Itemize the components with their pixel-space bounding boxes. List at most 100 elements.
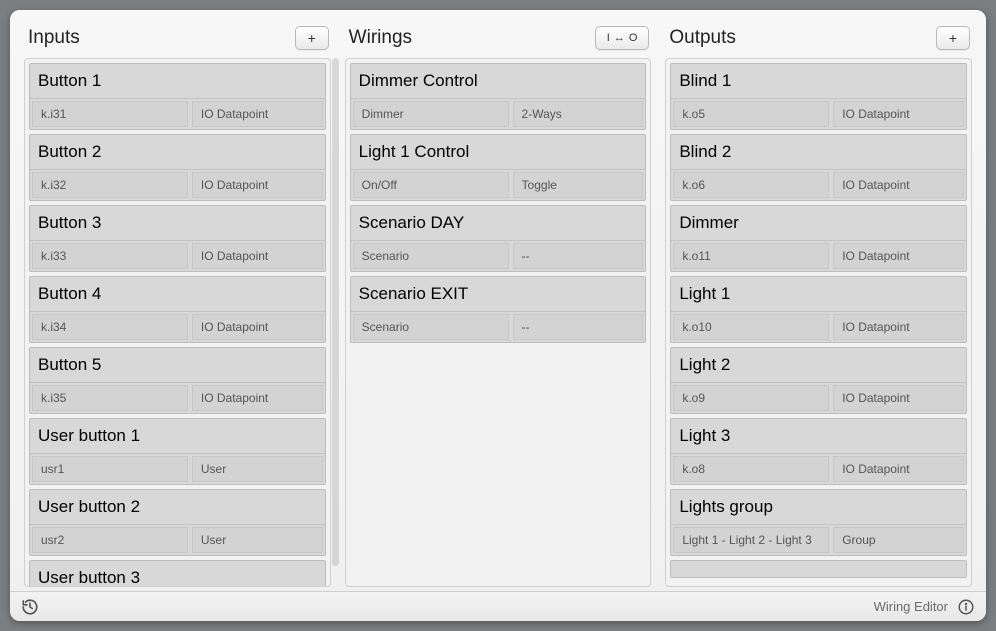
item-detail-row: Light 1 - Light 2 - Light 3Group — [671, 525, 966, 555]
wiring-editor-panel: Inputs + Button 1k.i31IO DatapointButton… — [10, 10, 986, 621]
inputs-scrollbar[interactable] — [332, 58, 339, 566]
item-title: Scenario DAY — [351, 206, 646, 241]
inputs-header: Inputs + — [24, 22, 331, 58]
item-id: k.i33 — [32, 243, 188, 269]
outputs-item[interactable]: Light 2k.o9IO Datapoint — [670, 347, 967, 414]
item-title: User button 3 — [30, 561, 325, 587]
inputs-item[interactable]: Button 4k.i34IO Datapoint — [29, 276, 326, 343]
item-type: IO Datapoint — [833, 101, 964, 127]
item-id: k.o9 — [673, 385, 829, 411]
item-title: Blind 1 — [671, 64, 966, 99]
history-icon[interactable] — [20, 597, 40, 617]
item-id: On/Off — [353, 172, 509, 198]
outputs-list[interactable]: Blind 1k.o5IO DatapointBlind 2k.o6IO Dat… — [665, 58, 972, 587]
inputs-column: Inputs + Button 1k.i31IO DatapointButton… — [24, 22, 331, 587]
item-title: Blind 2 — [671, 135, 966, 170]
link-io-button[interactable]: I ↔ O — [595, 26, 649, 50]
item-id: k.i35 — [32, 385, 188, 411]
inputs-item[interactable]: Button 5k.i35IO Datapoint — [29, 347, 326, 414]
item-type: -- — [513, 314, 644, 340]
item-id: k.o10 — [673, 314, 829, 340]
item-type: User — [192, 527, 323, 553]
item-title: Light 1 — [671, 277, 966, 312]
item-detail-row: Scenario-- — [351, 241, 646, 271]
item-detail-row: On/OffToggle — [351, 170, 646, 200]
item-title: Light 2 — [671, 348, 966, 383]
columns: Inputs + Button 1k.i31IO DatapointButton… — [10, 10, 986, 591]
item-detail-row: k.o5IO Datapoint — [671, 99, 966, 129]
item-title: Button 5 — [30, 348, 325, 383]
outputs-item[interactable]: Dimmerk.o11IO Datapoint — [670, 205, 967, 272]
item-type: User — [192, 456, 323, 482]
inputs-item[interactable]: Button 3k.i33IO Datapoint — [29, 205, 326, 272]
item-type: Group — [833, 527, 964, 553]
wirings-item[interactable]: Scenario DAYScenario-- — [350, 205, 647, 272]
item-title: Lights group — [671, 490, 966, 525]
item-type: IO Datapoint — [192, 385, 323, 411]
item-title: Button 2 — [30, 135, 325, 170]
item-id: k.o8 — [673, 456, 829, 482]
item-type: IO Datapoint — [192, 101, 323, 127]
item-detail-row: Dimmer2-Ways — [351, 99, 646, 129]
item-title: Light 3 — [671, 419, 966, 454]
outputs-column: Outputs + Blind 1k.o5IO DatapointBlind 2… — [665, 22, 972, 587]
wirings-title: Wirings — [349, 27, 412, 49]
item-type: Toggle — [513, 172, 644, 198]
item-detail-row: k.o11IO Datapoint — [671, 241, 966, 271]
item-title: Scenario EXIT — [351, 277, 646, 312]
item-id: usr2 — [32, 527, 188, 553]
add-input-button[interactable]: + — [295, 26, 329, 50]
item-type: IO Datapoint — [833, 243, 964, 269]
inputs-item[interactable]: User button 2usr2User — [29, 489, 326, 556]
item-type: IO Datapoint — [833, 456, 964, 482]
outputs-title: Outputs — [669, 27, 736, 49]
inputs-list[interactable]: Button 1k.i31IO DatapointButton 2k.i32IO… — [24, 58, 331, 587]
item-type: IO Datapoint — [192, 172, 323, 198]
inputs-item[interactable]: Button 2k.i32IO Datapoint — [29, 134, 326, 201]
inputs-item[interactable]: User button 1usr1User — [29, 418, 326, 485]
item-title: Light 1 Control — [351, 135, 646, 170]
wirings-item[interactable]: Light 1 ControlOn/OffToggle — [350, 134, 647, 201]
inputs-item[interactable]: Button 1k.i31IO Datapoint — [29, 63, 326, 130]
wirings-list[interactable]: Dimmer ControlDimmer2-WaysLight 1 Contro… — [345, 58, 652, 587]
outputs-item[interactable]: Light 3k.o8IO Datapoint — [670, 418, 967, 485]
item-detail-row: k.i33IO Datapoint — [30, 241, 325, 271]
info-icon[interactable] — [956, 597, 976, 617]
item-id: Scenario — [353, 243, 509, 269]
item-id: k.o11 — [673, 243, 829, 269]
item-detail-row: Scenario-- — [351, 312, 646, 342]
item-detail-row: k.i32IO Datapoint — [30, 170, 325, 200]
item-id: k.o5 — [673, 101, 829, 127]
footer-bar: Wiring Editor — [10, 591, 986, 621]
item-detail-row: k.o10IO Datapoint — [671, 312, 966, 342]
item-detail-row: k.o6IO Datapoint — [671, 170, 966, 200]
item-type: -- — [513, 243, 644, 269]
item-detail-row: k.o8IO Datapoint — [671, 454, 966, 484]
item-type: IO Datapoint — [833, 172, 964, 198]
item-title: User button 2 — [30, 490, 325, 525]
item-id: k.i31 — [32, 101, 188, 127]
item-detail-row: k.o9IO Datapoint — [671, 383, 966, 413]
item-id: k.o6 — [673, 172, 829, 198]
outputs-item[interactable]: Light 1k.o10IO Datapoint — [670, 276, 967, 343]
item-type: IO Datapoint — [192, 243, 323, 269]
outputs-item[interactable]: Blind 2k.o6IO Datapoint — [670, 134, 967, 201]
item-id: k.i32 — [32, 172, 188, 198]
item-type: IO Datapoint — [192, 314, 323, 340]
item-type: 2-Ways — [513, 101, 644, 127]
item-id: k.i34 — [32, 314, 188, 340]
footer-label: Wiring Editor — [874, 599, 948, 614]
add-output-button[interactable]: + — [936, 26, 970, 50]
outputs-item[interactable]: Blind 1k.o5IO Datapoint — [670, 63, 967, 130]
wirings-item[interactable]: Scenario EXITScenario-- — [350, 276, 647, 343]
item-id: Scenario — [353, 314, 509, 340]
item-id: Light 1 - Light 2 - Light 3 — [673, 527, 829, 553]
item-title: Button 3 — [30, 206, 325, 241]
wirings-item[interactable]: Dimmer ControlDimmer2-Ways — [350, 63, 647, 130]
outputs-item-blank[interactable] — [670, 560, 967, 578]
wirings-header: Wirings I ↔ O — [345, 22, 652, 58]
item-title: Dimmer — [671, 206, 966, 241]
outputs-item[interactable]: Lights groupLight 1 - Light 2 - Light 3G… — [670, 489, 967, 556]
item-detail-row: usr1User — [30, 454, 325, 484]
inputs-item[interactable]: User button 3 — [29, 560, 326, 587]
